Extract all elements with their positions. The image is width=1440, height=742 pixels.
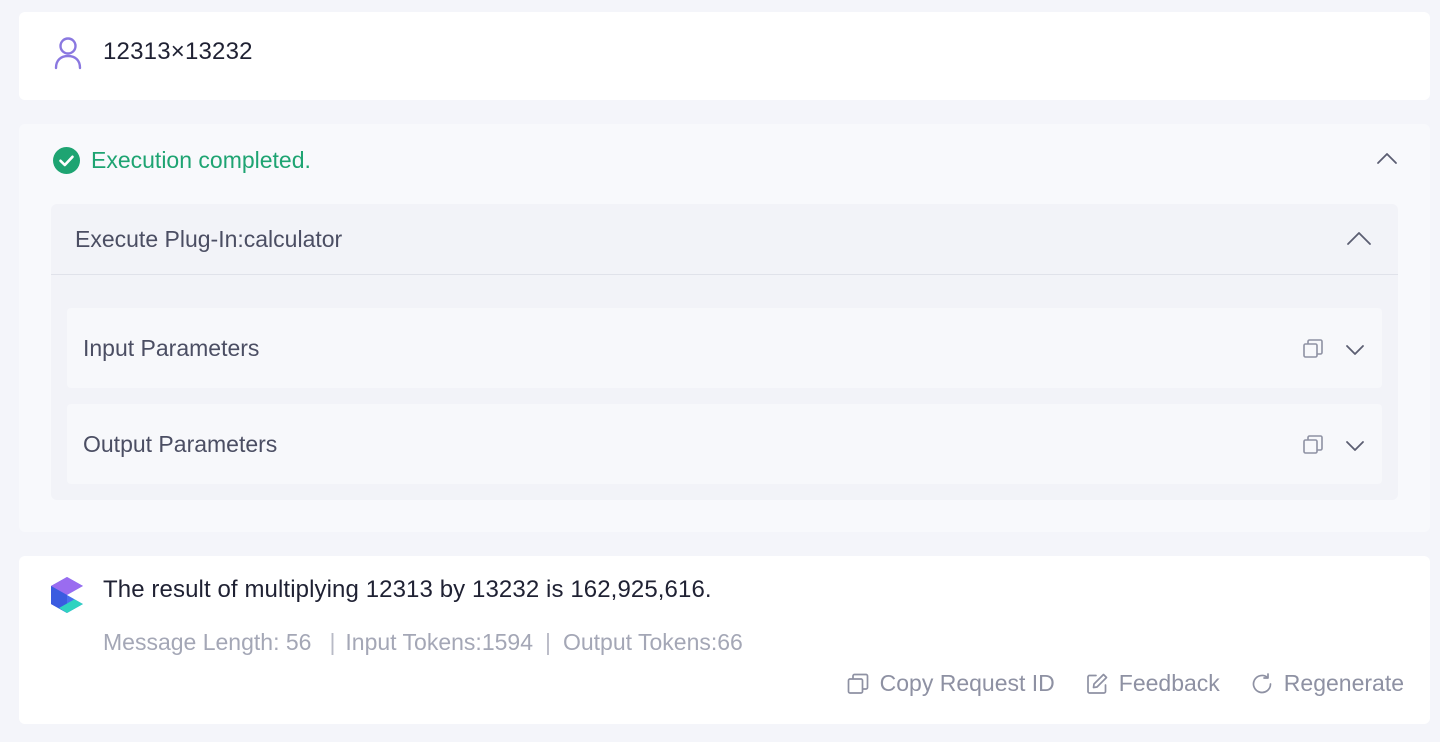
input-tokens: Input Tokens:1594 — [345, 629, 533, 655]
plugin-title: Execute Plug-In:calculator — [75, 226, 343, 252]
copy-icon[interactable] — [1302, 338, 1324, 360]
copy-icon[interactable] — [1302, 434, 1324, 456]
copy-request-id-button[interactable]: Copy Request ID — [846, 670, 1055, 697]
execution-card: Execution completed. Execute Plug-In:cal… — [19, 124, 1430, 532]
chevron-down-icon[interactable] — [1344, 434, 1366, 456]
regenerate-button[interactable]: Regenerate — [1250, 670, 1404, 697]
message-meta: Message Length: 56 | Input Tokens:1594 |… — [103, 629, 743, 656]
meta-separator: | — [329, 629, 336, 655]
execution-status: Execution completed. — [53, 146, 311, 174]
execution-status-text: Execution completed. — [91, 146, 311, 173]
message-length: Message Length: 56 — [103, 629, 312, 655]
copy-icon — [847, 673, 868, 694]
copy-request-id-label: Copy Request ID — [879, 670, 1055, 696]
chevron-up-icon[interactable] — [1346, 226, 1372, 252]
feedback-button[interactable]: Feedback — [1085, 670, 1220, 697]
input-parameters-row[interactable]: Input Parameters — [67, 308, 1382, 388]
meta-separator: | — [544, 629, 551, 655]
output-tokens: Output Tokens:66 — [562, 629, 743, 655]
edit-icon — [1086, 673, 1108, 694]
plugin-header[interactable]: Execute Plug-In:calculator — [51, 204, 1398, 275]
assistant-message-text: The result of multiplying 12313 by 13232… — [103, 576, 712, 603]
message-actions: Copy Request ID Feedback Regenerate — [816, 670, 1404, 697]
output-parameters-row[interactable]: Output Parameters — [67, 404, 1382, 484]
chevron-up-icon[interactable] — [1376, 148, 1398, 170]
feedback-label: Feedback — [1118, 670, 1220, 696]
user-icon — [54, 37, 82, 70]
chevron-down-icon[interactable] — [1344, 338, 1366, 360]
assistant-logo-icon — [51, 577, 83, 613]
check-circle-icon — [53, 146, 80, 174]
output-parameters-label: Output Parameters — [83, 431, 278, 457]
user-message-card: 12313×13232 — [19, 12, 1430, 100]
assistant-message-card: The result of multiplying 12313 by 13232… — [19, 556, 1430, 724]
regenerate-label: Regenerate — [1283, 670, 1404, 696]
input-parameters-label: Input Parameters — [83, 335, 260, 361]
user-message-text: 12313×13232 — [103, 38, 253, 65]
plugin-panel: Execute Plug-In:calculator Input Paramet… — [51, 204, 1398, 500]
refresh-icon — [1252, 672, 1272, 693]
